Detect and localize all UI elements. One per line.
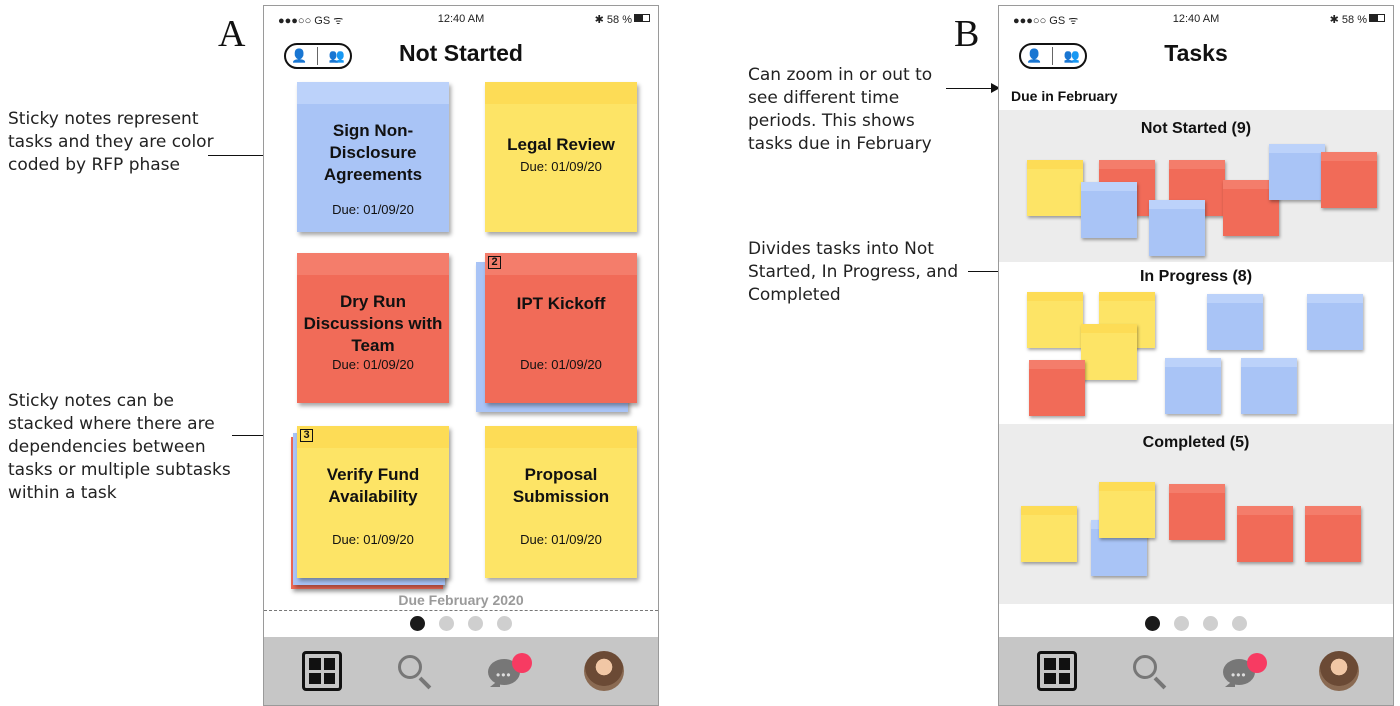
battery-icon: [1369, 14, 1385, 22]
page-indicator[interactable]: [264, 616, 658, 631]
section-completed: Completed (5): [999, 424, 1393, 604]
sticky-note[interactable]: IPT Kickoff Due: 01/09/20: [485, 253, 637, 403]
sticky-due: Due: 01/09/20: [332, 357, 414, 372]
page-dot[interactable]: [1232, 616, 1247, 631]
sticky-title: IPT Kickoff: [516, 294, 606, 313]
dashed-divider: [264, 610, 658, 611]
sticky-title: Verify Fund Availability: [326, 465, 420, 506]
annotation-arrow: [946, 83, 1000, 93]
battery-level: ✱ 58 %: [1329, 14, 1367, 26]
mini-note[interactable]: [1269, 144, 1325, 200]
status-bar: ●●●○○ GS ᯤ 12:40 AM ✱ 58 %: [999, 6, 1393, 32]
sticky-title: Proposal Submission: [512, 465, 610, 506]
carrier-signal: ●●●○○ GS ᯤ: [278, 15, 344, 27]
page-dot[interactable]: [1203, 616, 1218, 631]
mini-note[interactable]: [1099, 482, 1155, 538]
due-period-label: Due February 2020: [398, 592, 524, 608]
mini-note[interactable]: [1237, 506, 1293, 562]
section-title: Not Started (9): [1140, 120, 1252, 137]
mini-note[interactable]: [1021, 506, 1077, 562]
section-not-started: Not Started (9): [999, 110, 1393, 262]
sticky-due: Due: 01/09/20: [332, 202, 414, 217]
sticky-band: [485, 426, 637, 448]
page-dot[interactable]: [439, 616, 454, 631]
sticky-title: Dry Run Discussions with Team: [303, 292, 443, 355]
grid-icon[interactable]: [1037, 651, 1077, 691]
mini-note[interactable]: [1241, 358, 1297, 414]
search-icon[interactable]: [1129, 651, 1169, 691]
sticky-note[interactable]: Proposal Submission Due: 01/09/20: [485, 426, 637, 578]
chat-icon[interactable]: •••: [486, 651, 532, 691]
annotation-sticky-color: Sticky notes represent tasks and they ar…: [8, 109, 214, 175]
phone-screen-a: ●●●○○ GS ᯤ 12:40 AM ✱ 58 % 👤 👥 Not Start…: [263, 5, 659, 706]
search-icon[interactable]: [394, 651, 434, 691]
page-dot[interactable]: [468, 616, 483, 631]
sticky-band: [485, 82, 637, 104]
sticky-due: Due: 01/09/20: [332, 532, 414, 547]
mini-note[interactable]: [1169, 484, 1225, 540]
clock: 12:40 AM: [1172, 13, 1220, 25]
page-dot[interactable]: [497, 616, 512, 631]
annotation-divides: Divides tasks into Not Started, In Progr…: [748, 239, 959, 305]
sticky-band: [297, 82, 449, 104]
sticky-title: Sign Non-Disclosure Agreements: [323, 121, 423, 184]
sticky-due: Due: 01/09/20: [520, 159, 602, 174]
tab-bar: •••: [999, 637, 1393, 705]
mini-note[interactable]: [1027, 160, 1083, 216]
page-indicator[interactable]: [999, 616, 1393, 631]
sticky-note[interactable]: Legal Review Due: 01/09/20: [485, 82, 637, 232]
mini-note[interactable]: [1165, 358, 1221, 414]
mini-note[interactable]: [1307, 294, 1363, 350]
battery-level: ✱ 58 %: [594, 14, 632, 26]
section-title: In Progress (8): [1139, 268, 1253, 285]
month-label: Due in February: [1011, 88, 1118, 104]
notification-badge: [512, 653, 532, 673]
mini-note[interactable]: [1081, 324, 1137, 380]
mini-note[interactable]: [1321, 152, 1377, 208]
mini-note[interactable]: [1149, 200, 1205, 256]
phone-screen-b: ●●●○○ GS ᯤ 12:40 AM ✱ 58 % 👤 👥 Tasks Due…: [998, 5, 1394, 706]
page-title: Not Started: [399, 40, 523, 66]
sticky-band: [485, 253, 637, 275]
page-dot[interactable]: [410, 616, 425, 631]
battery-icon: [634, 14, 650, 22]
status-bar: ●●●○○ GS ᯤ 12:40 AM ✱ 58 %: [264, 6, 658, 32]
section-in-progress: In Progress (8): [999, 262, 1393, 424]
sticky-due: Due: 01/09/20: [520, 532, 602, 547]
avatar[interactable]: [1319, 651, 1359, 691]
avatar[interactable]: [584, 651, 624, 691]
annotation-zoom: Can zoom in or out to see different time…: [748, 65, 933, 154]
grid-icon[interactable]: [302, 651, 342, 691]
mini-note[interactable]: [1207, 294, 1263, 350]
chat-icon[interactable]: •••: [1221, 651, 1267, 691]
clock: 12:40 AM: [437, 13, 485, 25]
sticky-band: [297, 253, 449, 275]
stack-count-badge: 3: [300, 429, 313, 442]
carrier-signal: ●●●○○ GS ᯤ: [1013, 15, 1079, 27]
sticky-note[interactable]: Sign Non-Disclosure Agreements Due: 01/0…: [297, 82, 449, 232]
mini-note[interactable]: [1305, 506, 1361, 562]
panel-letter-a: A: [218, 13, 246, 55]
annotation-sticky-stacked: Sticky notes can be stacked where there …: [8, 391, 231, 503]
section-title: Completed (5): [1142, 434, 1250, 451]
sticky-band: [297, 426, 449, 448]
sticky-note[interactable]: Verify Fund Availability Due: 01/09/20: [297, 426, 449, 578]
sticky-due: Due: 01/09/20: [520, 357, 602, 372]
sticky-title: Legal Review: [507, 135, 615, 154]
page-dot[interactable]: [1145, 616, 1160, 631]
page-dot[interactable]: [1174, 616, 1189, 631]
mini-note[interactable]: [1029, 360, 1085, 416]
stack-count-badge: 2: [488, 256, 501, 269]
mini-note[interactable]: [1081, 182, 1137, 238]
mini-note[interactable]: [1027, 292, 1083, 348]
panel-letter-b: B: [954, 13, 980, 55]
notification-badge: [1247, 653, 1267, 673]
sticky-note[interactable]: Dry Run Discussions with Team Due: 01/09…: [297, 253, 449, 403]
tab-bar: •••: [264, 637, 658, 705]
page-title: Tasks: [1164, 40, 1228, 66]
